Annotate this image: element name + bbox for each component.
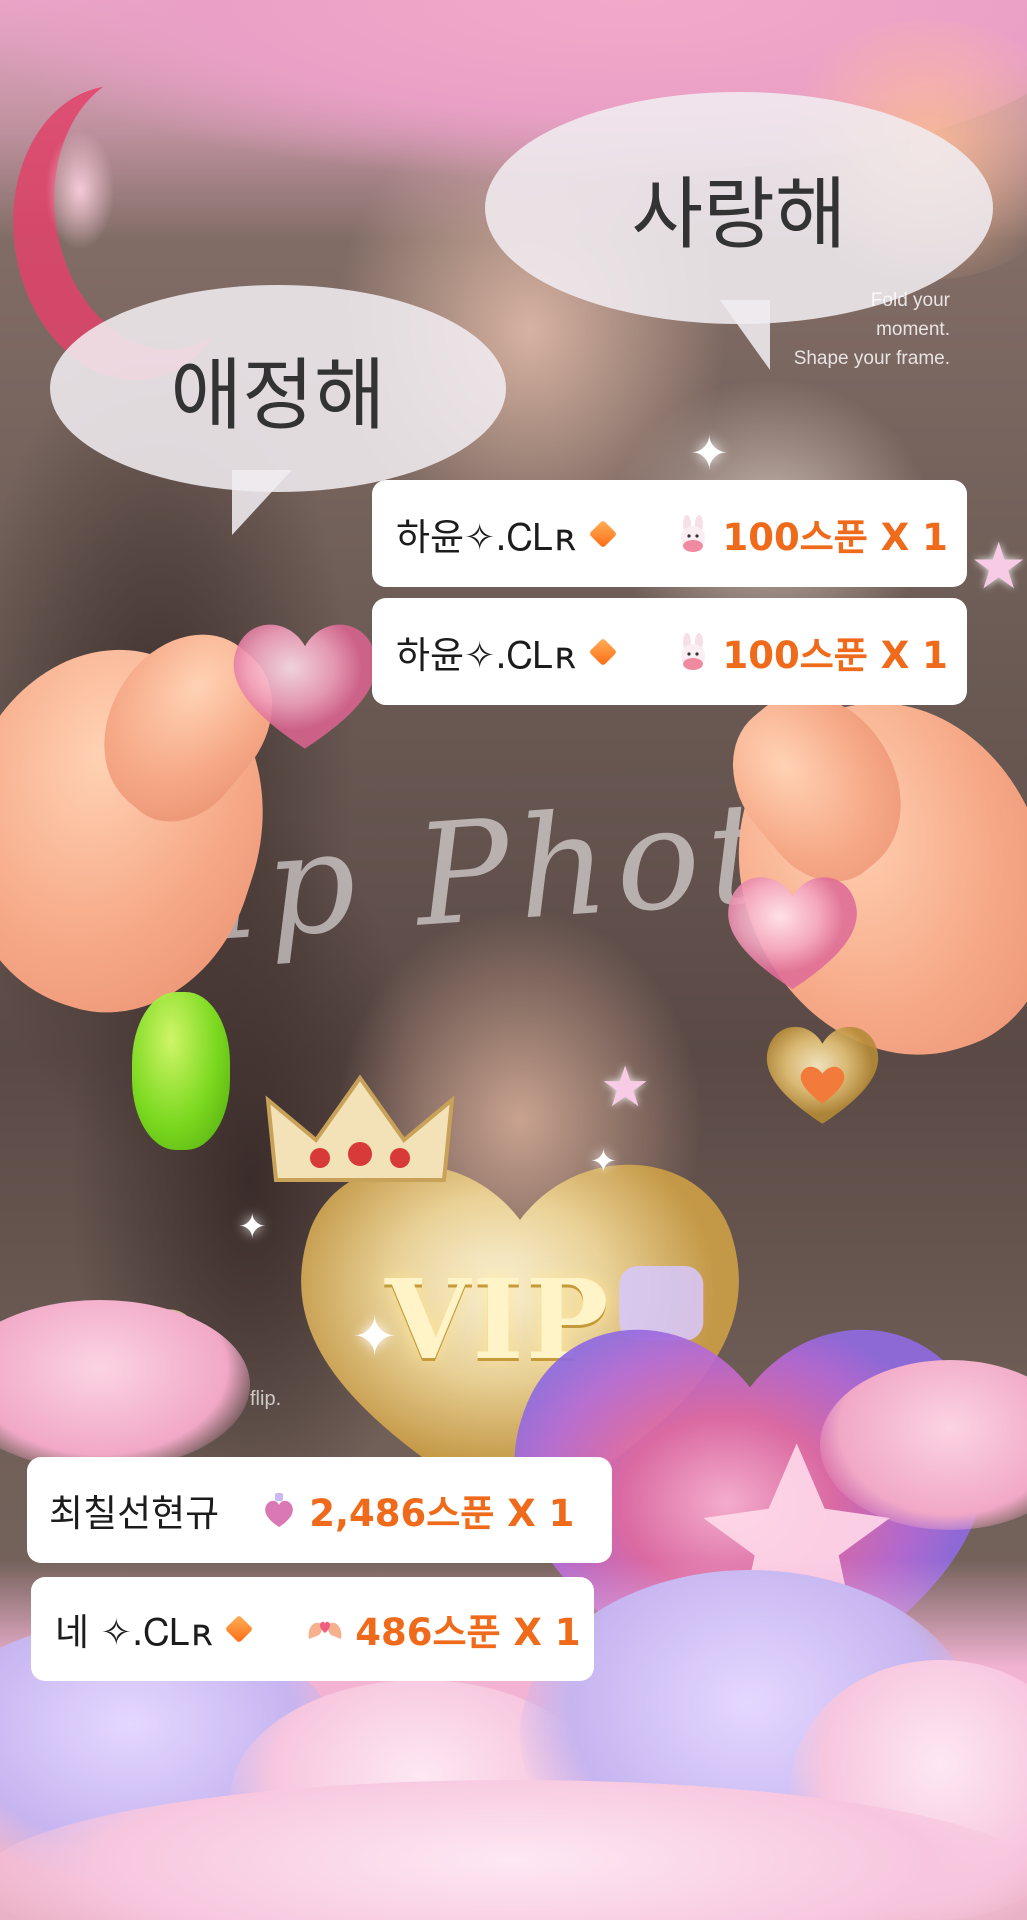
pink-crystal-heart-icon bbox=[720, 865, 865, 995]
pink-star-icon: ★ bbox=[970, 530, 1027, 604]
speech-bubble-text: 사랑해 bbox=[631, 170, 847, 260]
gift-notification-card: 최칠선현규 2,486스푼 X 1 bbox=[27, 1457, 612, 1563]
pink-crystal-heart-icon bbox=[225, 608, 385, 758]
gift-amount: 100스푼 X 1 bbox=[722, 515, 948, 559]
speech-bubble-tail bbox=[232, 470, 292, 535]
gift-sender-name: 하윤✧.ᏟᏞʀ bbox=[396, 633, 577, 677]
gift-sender-name: 최칠선현규 bbox=[49, 1492, 220, 1535]
speech-bubble-text: 애정해 bbox=[170, 350, 386, 441]
orange-diamond-icon bbox=[588, 637, 617, 666]
heart-hands-icon bbox=[305, 1609, 345, 1649]
gift-amount: 2,486스푼 X 1 bbox=[309, 1492, 575, 1535]
potion-heart-icon bbox=[259, 1490, 299, 1530]
bunny-sticker-icon bbox=[673, 514, 713, 554]
gift-sender-name: 하윤✧.ᏟᏞʀ bbox=[396, 515, 577, 559]
gift-notification-card: 네 ✧.ᏟᏞʀ 486스푼 X 1 bbox=[31, 1577, 594, 1681]
pink-star-icon: ★ bbox=[600, 1055, 651, 1120]
orange-diamond-icon bbox=[225, 1614, 254, 1644]
gift-notification-card: 하윤✧.ᏟᏞʀ 100스푼 X 1 bbox=[372, 598, 967, 705]
flip-watermark: flip. bbox=[250, 1388, 282, 1410]
green-gummy-bear-icon bbox=[132, 992, 230, 1150]
gold-glass-heart-icon bbox=[760, 1015, 885, 1130]
bunny-sticker-icon bbox=[673, 632, 713, 672]
sparkle-icon: ✦ bbox=[690, 426, 729, 480]
speech-bubble-aejeonghae: 애정해 bbox=[50, 285, 506, 492]
frame-caption: Fold your moment. Shape your frame. bbox=[720, 286, 950, 373]
sparkle-icon: ✦ bbox=[352, 1305, 398, 1368]
gift-amount: 100스푼 X 1 bbox=[722, 633, 948, 677]
orange-diamond-icon bbox=[588, 519, 617, 548]
frame-caption-line: Shape your frame. bbox=[793, 348, 950, 369]
sparkle-icon: ✦ bbox=[590, 1142, 617, 1180]
gift-amount: 486스푼 X 1 bbox=[355, 1611, 581, 1654]
frame-caption-line: Fold your bbox=[870, 290, 950, 311]
gift-notification-card: 하윤✧.ᏟᏞʀ 100스푼 X 1 bbox=[372, 480, 967, 587]
frame-caption-line: moment. bbox=[876, 319, 950, 340]
gift-sender-name: 네 ✧.ᏟᏞʀ bbox=[55, 1611, 214, 1654]
crown-icon bbox=[260, 1070, 460, 1190]
moon-shine bbox=[45, 130, 115, 250]
sparkle-icon: ✦ bbox=[238, 1207, 267, 1247]
